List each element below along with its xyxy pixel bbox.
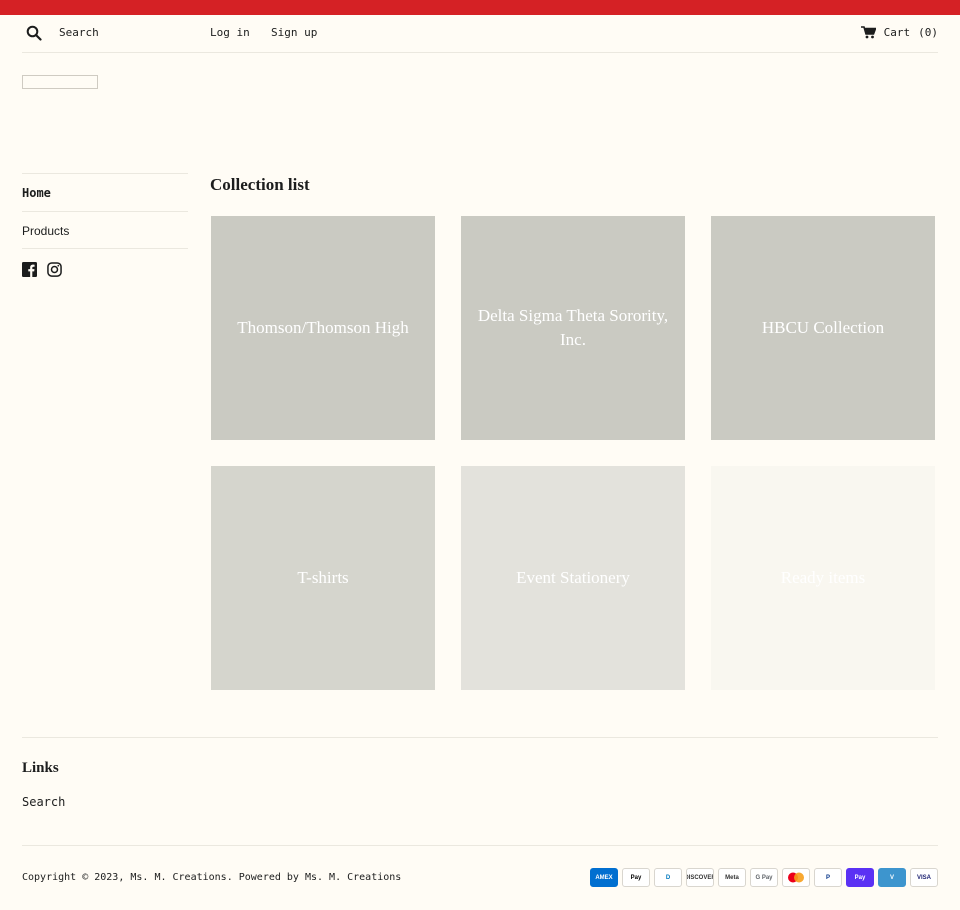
apple-pay-icon: Pay (622, 868, 650, 887)
paypal-icon: P (814, 868, 842, 887)
page-title: Collection list (210, 175, 310, 194)
collection-tile[interactable]: Thomson/Thomson High (211, 216, 435, 440)
footer-links-title: Links (22, 760, 59, 776)
site-logo[interactable] (22, 75, 98, 89)
collection-tile[interactable]: HBCU Collection (711, 216, 935, 440)
search-icon[interactable] (26, 25, 42, 41)
cart-count: (0) (918, 26, 938, 39)
sidebar-item-home[interactable]: Home (22, 173, 188, 211)
collection-title: T-shirts (297, 568, 349, 587)
diners-club-icon: D (654, 868, 682, 887)
shop-pay-icon: Pay (846, 868, 874, 887)
collection-title: HBCU Collection (761, 318, 885, 337)
social-links (22, 262, 62, 277)
search-input[interactable]: Search (59, 26, 99, 39)
cart-label: Cart (883, 26, 911, 39)
site-header: Search Log in Sign up Cart (0) (22, 15, 938, 53)
visa-icon: VISA (910, 868, 938, 887)
footer-divider (22, 737, 938, 738)
mastercard-icon (782, 868, 810, 887)
collection-title: Event Stationery (516, 568, 630, 587)
login-link[interactable]: Log in (210, 26, 250, 39)
footer-divider (22, 845, 938, 846)
cart-link[interactable]: Cart (0) (860, 26, 938, 39)
venmo-icon: V (878, 868, 906, 887)
sidebar-nav: Home Products (22, 173, 188, 249)
amex-icon: AMEX (590, 868, 618, 887)
google-pay-icon: G Pay (750, 868, 778, 887)
facebook-icon[interactable] (22, 262, 37, 277)
instagram-icon[interactable] (47, 262, 62, 277)
sidebar-item-products[interactable]: Products (22, 211, 188, 249)
payment-icons: AMEX Pay D DISCOVER Meta G Pay P Pay V V… (590, 868, 938, 887)
discover-icon: DISCOVER (686, 868, 714, 887)
collection-title: Ready items (780, 568, 866, 587)
collection-tile[interactable]: Delta Sigma Theta Sorority, Inc. (461, 216, 685, 440)
collection-tile[interactable]: Ready items (711, 466, 935, 690)
meta-pay-icon: Meta (718, 868, 746, 887)
footer-search-link[interactable]: Search (22, 795, 65, 809)
collection-title: Delta Sigma Theta Sorority, Inc. (477, 306, 669, 349)
cart-icon (860, 26, 876, 39)
collection-tile[interactable]: T-shirts (211, 466, 435, 690)
collection-tile[interactable]: Event Stationery (461, 466, 685, 690)
collection-title: Thomson/Thomson High (237, 318, 409, 337)
announcement-bar (0, 0, 960, 15)
copyright-text: Copyright © 2023, Ms. M. Creations. Powe… (22, 872, 402, 883)
signup-link[interactable]: Sign up (271, 26, 317, 39)
